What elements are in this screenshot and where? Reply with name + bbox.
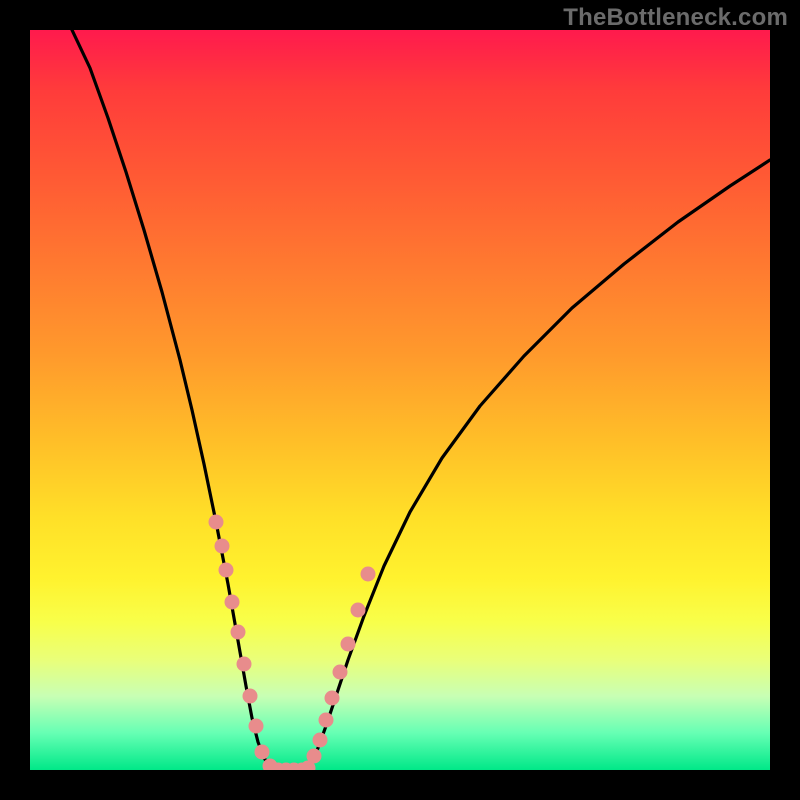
data-marker [361, 567, 376, 582]
data-marker [243, 689, 258, 704]
bottleneck-curve [72, 30, 770, 770]
data-marker [219, 563, 234, 578]
data-marker [231, 625, 246, 640]
plot-area [30, 30, 770, 770]
data-marker [307, 749, 322, 764]
chart-frame: TheBottleneck.com [0, 0, 800, 800]
data-marker [341, 637, 356, 652]
marker-group [209, 515, 376, 771]
curve-group [72, 30, 770, 770]
data-marker [325, 691, 340, 706]
data-marker [255, 745, 270, 760]
data-marker [225, 595, 240, 610]
data-marker [237, 657, 252, 672]
data-marker [313, 733, 328, 748]
data-marker [215, 539, 230, 554]
watermark-text: TheBottleneck.com [563, 4, 788, 32]
data-marker [209, 515, 224, 530]
data-marker [333, 665, 348, 680]
data-marker [319, 713, 334, 728]
chart-svg [30, 30, 770, 770]
data-marker [351, 603, 366, 618]
data-marker [249, 719, 264, 734]
